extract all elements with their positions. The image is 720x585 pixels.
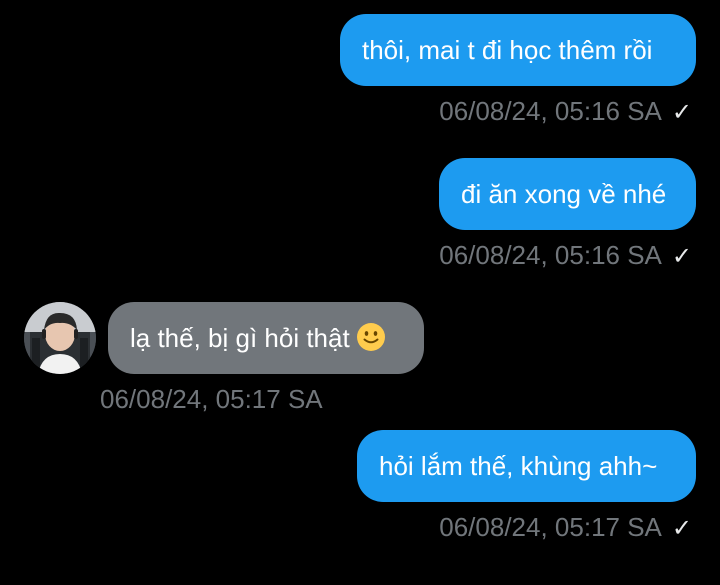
slightly-smiling-face-icon	[356, 323, 385, 352]
message-bubble-outgoing[interactable]: hỏi lắm thế, khùng ahh~	[357, 430, 696, 502]
message-timestamp: 06/08/24, 05:17 SA	[100, 384, 323, 414]
message-timestamp-row: 06/08/24, 05:16 SA ✓	[439, 96, 692, 128]
message-timestamp-row: 06/08/24, 05:16 SA ✓	[439, 240, 692, 272]
avatar-image	[24, 302, 96, 374]
message-bubble-outgoing[interactable]: đi ăn xong về nhé	[439, 158, 696, 230]
check-icon: ✓	[671, 243, 692, 270]
message-bubble-incoming[interactable]: lạ thế, bị gì hỏi thật	[108, 302, 424, 374]
message-timestamp: 06/08/24, 05:17 SA	[439, 512, 662, 542]
message-timestamp: 06/08/24, 05:16 SA	[439, 96, 662, 126]
message-timestamp: 06/08/24, 05:16 SA	[439, 240, 662, 270]
check-icon: ✓	[671, 515, 692, 542]
message-text: thôi, mai t đi học thêm rồi	[362, 35, 653, 65]
avatar[interactable]	[24, 302, 96, 374]
check-icon: ✓	[671, 99, 692, 126]
message-text: hỏi lắm thế, khùng ahh~	[379, 451, 658, 481]
message-bubble-outgoing[interactable]: thôi, mai t đi học thêm rồi	[340, 14, 696, 86]
message-text: đi ăn xong về nhé	[461, 179, 667, 209]
message-timestamp-row: 06/08/24, 05:17 SA ✓	[439, 512, 692, 544]
message-timestamp-row: 06/08/24, 05:17 SA	[100, 384, 323, 414]
message-text: lạ thế, bị gì hỏi thật	[130, 323, 350, 353]
